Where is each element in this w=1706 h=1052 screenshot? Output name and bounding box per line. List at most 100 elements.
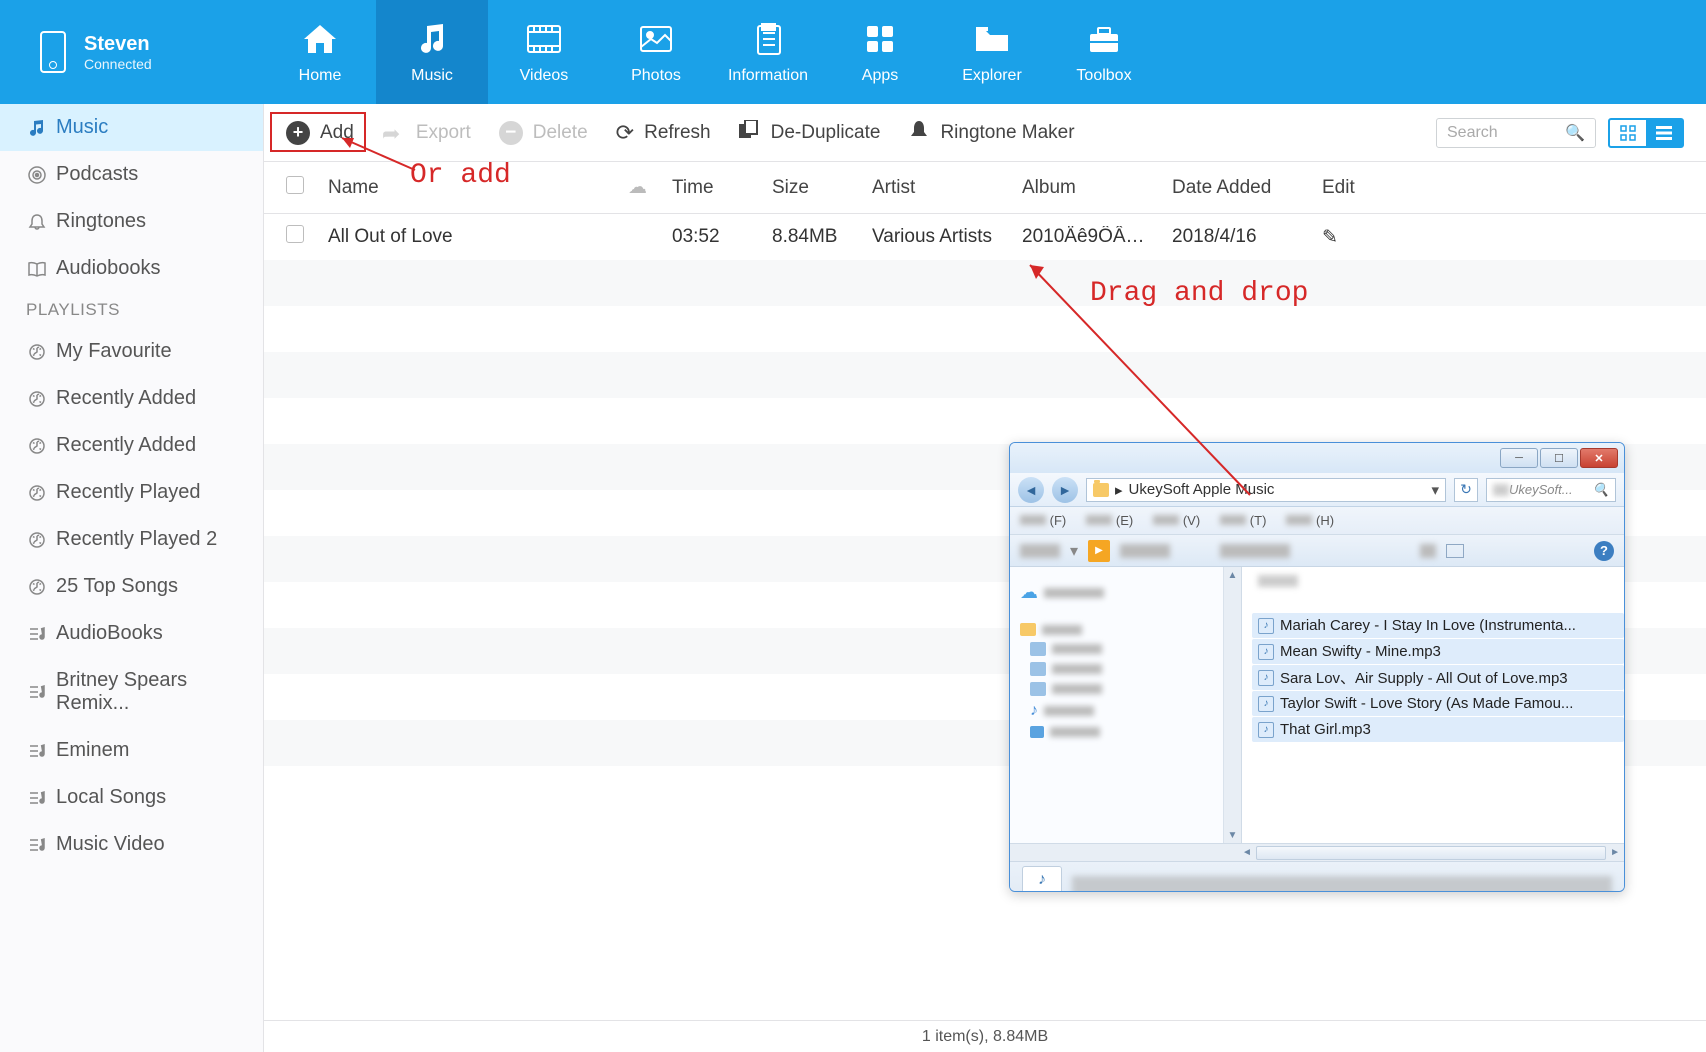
- view-toggle[interactable]: [1608, 118, 1684, 148]
- forward-button[interactable]: ►: [1052, 477, 1078, 503]
- folder-small-icon: [1030, 726, 1044, 738]
- delete-button[interactable]: Delete: [499, 121, 588, 145]
- refresh-button[interactable]: ⟳ Refresh: [616, 120, 711, 146]
- col-artist[interactable]: Artist: [864, 177, 1014, 199]
- explorer-toolbar: ▾ ▶ ?: [1010, 535, 1624, 567]
- explorer-search[interactable]: UkeySoft... 🔍: [1486, 478, 1616, 502]
- select-all-checkbox[interactable]: [286, 176, 304, 194]
- search-input[interactable]: Search 🔍: [1436, 118, 1596, 148]
- ringtone-maker-button[interactable]: Ringtone Maker: [908, 119, 1074, 147]
- grid-view-icon[interactable]: [1610, 120, 1646, 146]
- music-small-icon: [26, 117, 48, 139]
- nav-photos[interactable]: Photos: [600, 0, 712, 104]
- explorer-window[interactable]: ─ ☐ ✕ ◄ ► ▸ UkeySoft Apple Music ▾ ↻ Uke…: [1009, 442, 1625, 892]
- playlist-item[interactable]: 25 Top Songs: [0, 563, 263, 610]
- sidebar: Music Podcasts Ringtones Audiobooks PLAY…: [0, 104, 264, 1052]
- nav-toolbox[interactable]: Toolbox: [1048, 0, 1160, 104]
- nav-information[interactable]: Information: [712, 0, 824, 104]
- nav-music[interactable]: Music: [376, 0, 488, 104]
- audio-file-icon: [1258, 722, 1274, 738]
- sidebar-podcasts[interactable]: Podcasts: [0, 151, 263, 198]
- maximize-button[interactable]: ☐: [1540, 448, 1578, 468]
- home-icon: [300, 19, 340, 59]
- col-edit[interactable]: Edit: [1314, 177, 1394, 199]
- file-item[interactable]: Sara Lov、Air Supply - All Out of Love.mp…: [1252, 665, 1624, 690]
- playlists-header: PLAYLISTS: [0, 292, 263, 328]
- sidebar-music[interactable]: Music: [0, 104, 263, 151]
- drive-bar: (F) (E) (V) (T) (H): [1010, 507, 1624, 535]
- playlist-item[interactable]: Eminem: [0, 727, 263, 774]
- file-item[interactable]: Mariah Carey - I Stay In Love (Instrumen…: [1252, 613, 1624, 638]
- export-icon: [382, 121, 406, 145]
- playlist-item[interactable]: Music Video: [0, 821, 263, 868]
- playlist-icon: [26, 681, 48, 703]
- playlist-item[interactable]: My Favourite: [0, 328, 263, 375]
- refresh-icon: ⟳: [616, 120, 634, 146]
- phone-icon: [40, 31, 66, 73]
- item-icon: [1030, 642, 1046, 656]
- music-icon: [412, 19, 452, 59]
- file-list[interactable]: Mariah Carey - I Stay In Love (Instrumen…: [1242, 567, 1624, 843]
- top-nav: Steven Connected Home Music Videos Photo…: [0, 0, 1706, 104]
- edit-icon[interactable]: ✎: [1314, 226, 1394, 249]
- playlist-item[interactable]: Recently Played 2: [0, 516, 263, 563]
- item-icon: [1030, 682, 1046, 696]
- row-checkbox[interactable]: [286, 225, 304, 243]
- item-icon: [1030, 662, 1046, 676]
- video-icon: [524, 19, 564, 59]
- export-button[interactable]: Export: [382, 121, 471, 145]
- toolbox-icon: [1084, 19, 1124, 59]
- nav-home[interactable]: Home: [264, 0, 376, 104]
- file-item[interactable]: Mean Swifty - Mine.mp3: [1252, 639, 1624, 664]
- playlist-icon: [26, 435, 48, 457]
- refresh-icon[interactable]: ↻: [1454, 478, 1478, 502]
- file-item[interactable]: That Girl.mp3: [1252, 717, 1624, 742]
- audio-file-icon: [1258, 696, 1274, 712]
- playlist-item[interactable]: Recently Added: [0, 422, 263, 469]
- back-button[interactable]: ◄: [1018, 477, 1044, 503]
- playlist-icon: [26, 388, 48, 410]
- address-bar: ◄ ► ▸ UkeySoft Apple Music ▾ ↻ UkeySoft.…: [1010, 473, 1624, 507]
- list-view-icon[interactable]: [1646, 120, 1682, 146]
- window-titlebar[interactable]: ─ ☐ ✕: [1010, 443, 1624, 473]
- audio-file-icon: [1258, 618, 1274, 634]
- audio-file-icon: [1258, 670, 1274, 686]
- playlist-icon: [26, 740, 48, 762]
- col-album[interactable]: Album: [1014, 177, 1164, 199]
- folder-icon: [1093, 483, 1109, 497]
- playlist-item[interactable]: Britney Spears Remix...: [0, 657, 263, 727]
- annotation-drag: Drag and drop: [1090, 278, 1308, 309]
- file-item[interactable]: Taylor Swift - Love Story (As Made Famou…: [1252, 691, 1624, 716]
- playlist-icon: [26, 529, 48, 551]
- minimize-button[interactable]: ─: [1500, 448, 1538, 468]
- annotation-box: [270, 112, 366, 152]
- dedup-button[interactable]: De-Duplicate: [739, 120, 881, 146]
- playlist-item[interactable]: Recently Added: [0, 375, 263, 422]
- playlist-item[interactable]: Recently Played: [0, 469, 263, 516]
- playlist-item[interactable]: AudioBooks: [0, 610, 263, 657]
- nav-apps[interactable]: Apps: [824, 0, 936, 104]
- col-time[interactable]: Time: [664, 177, 764, 199]
- breadcrumb[interactable]: ▸ UkeySoft Apple Music ▾: [1086, 478, 1446, 502]
- play-icon[interactable]: ▶: [1088, 540, 1110, 562]
- col-date-added[interactable]: Date Added: [1164, 177, 1314, 199]
- col-size[interactable]: Size: [764, 177, 864, 199]
- book-icon: [26, 258, 48, 280]
- cloud-icon: ☁: [1020, 582, 1038, 603]
- playlist-icon: [26, 482, 48, 504]
- dedup-icon: [739, 120, 761, 146]
- explorer-nav-pane[interactable]: ☁ ♪: [1010, 567, 1224, 843]
- nav-videos[interactable]: Videos: [488, 0, 600, 104]
- podcast-icon: [26, 164, 48, 186]
- sidebar-ringtones[interactable]: Ringtones: [0, 198, 263, 245]
- sidebar-audiobooks[interactable]: Audiobooks: [0, 245, 263, 292]
- table-row[interactable]: All Out of Love 03:52 8.84MB Various Art…: [264, 214, 1706, 260]
- help-icon[interactable]: ?: [1594, 541, 1614, 561]
- playlist-item[interactable]: Local Songs: [0, 774, 263, 821]
- mp3-icon: MP3: [1022, 866, 1062, 893]
- search-icon: 🔍: [1565, 123, 1585, 143]
- status-bar: 1 item(s), 8.84MB: [264, 1020, 1706, 1052]
- close-button[interactable]: ✕: [1580, 448, 1618, 468]
- nav-explorer[interactable]: Explorer: [936, 0, 1048, 104]
- annotation-or-add: Or add: [410, 160, 511, 191]
